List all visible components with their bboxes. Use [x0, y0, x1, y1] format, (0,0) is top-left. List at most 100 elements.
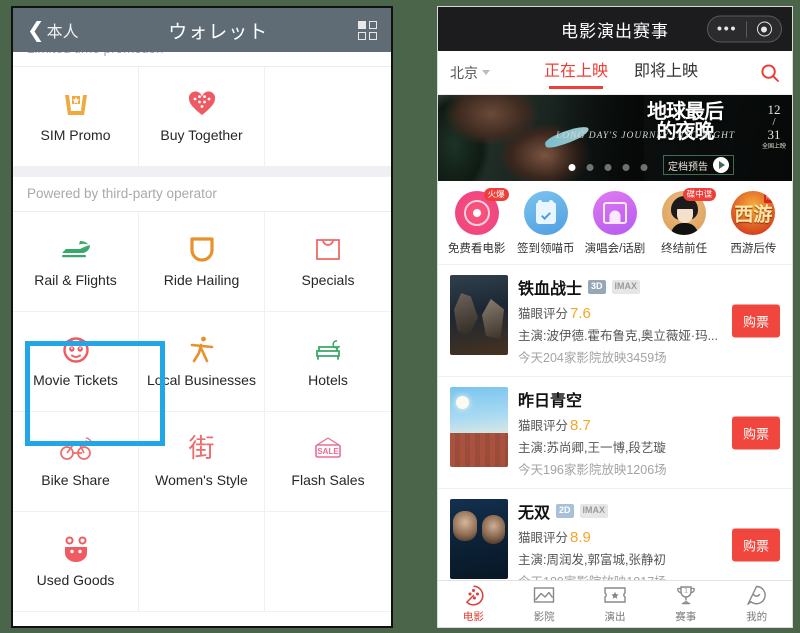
back-label: 本人 [46, 24, 79, 41]
tile-bike-share[interactable]: Bike Share [13, 411, 139, 512]
tabbar-item-profile[interactable]: 我的 [727, 585, 787, 624]
xiyou-icon: 西游 热 [731, 191, 776, 235]
tile-label: Used Goods [36, 571, 115, 588]
tabbar-item-cinemas[interactable]: 影院 [514, 585, 574, 624]
tile-label: Ride Hailing [163, 271, 240, 288]
svg-text:1: 1 [684, 587, 688, 594]
miniapp-capsule[interactable]: ••• [707, 15, 782, 43]
section-divider [13, 166, 391, 177]
concert-icon [592, 191, 637, 235]
wallet-scroll-body[interactable]: Limited time promotion SIM Promo [13, 8, 391, 626]
grid-icon[interactable] [357, 20, 377, 40]
stage-arch [609, 210, 621, 224]
score-label: 猫眼评分 [518, 531, 569, 545]
movie-list-item[interactable]: 昨日青空 猫眼评分 8.7 主演:苏尚卿,王一博,段艺璇 今天196家影院放映12… [438, 376, 792, 488]
tab-coming-soon[interactable]: 即将上映 [634, 57, 698, 89]
tile-local-businesses[interactable]: Local Businesses [139, 311, 265, 412]
banner-day: 31 [767, 127, 781, 143]
tile-hotels[interactable]: Hotels [265, 311, 391, 412]
tile-rail-flights[interactable]: Rail & Flights [13, 211, 139, 312]
tile-label: Specials [301, 271, 355, 288]
tile-label: Movie Tickets [33, 371, 118, 388]
banner-release-date: 12 / 31 全国上映 [762, 103, 786, 150]
didi-icon [188, 234, 216, 264]
quick-entry-badge: 火爆 [483, 188, 509, 201]
banner-pagination-dots[interactable] [568, 164, 648, 171]
buy-ticket-button[interactable]: 购票 [731, 304, 780, 337]
promo-banner[interactable]: 地球最后的夜晚 LONG DAY'S JOURNEY INTO NIGHT 12… [438, 95, 792, 181]
banner-title-en: LONG DAY'S JOURNEY INTO NIGHT [556, 131, 736, 141]
tile-label: Women's Style [155, 471, 248, 488]
quick-entry-ex-terminator[interactable]: 碟中谍 终结前任 [652, 188, 717, 256]
miniapp-header: 电影演出赛事 ••• [438, 7, 792, 51]
tile-movie-tickets[interactable]: Movie Tickets [13, 311, 139, 412]
quick-entry-xiyou[interactable]: 西游 热 西游后传 [721, 191, 785, 256]
tile-empty [265, 66, 391, 167]
bed-icon [313, 334, 343, 364]
city-selector[interactable]: 北京 [450, 63, 512, 83]
tile-label: Local Businesses [147, 371, 256, 388]
movie-poster[interactable] [450, 499, 508, 579]
banner-dot[interactable] [640, 164, 648, 171]
chevron-down-icon [482, 70, 490, 75]
street-kanji-icon: 街 [188, 433, 215, 464]
grid-cell [368, 20, 377, 29]
bicycle-icon [59, 434, 93, 464]
banner-dot[interactable] [586, 164, 594, 171]
xiyou-glyph: 西游 [734, 203, 773, 226]
movie-app-panel: 电影演出赛事 ••• 北京 正在上映 即将上映 地球最后的夜晚 LONG DAY… [437, 6, 793, 628]
banner-date-note: 全国上映 [761, 143, 786, 150]
tabbar-item-events[interactable]: 1 赛事 [656, 585, 716, 624]
sale-tag-icon: SALE [311, 434, 345, 464]
back-button[interactable]: ❮ 本人 [27, 18, 79, 42]
tabbar-label: 电影 [462, 610, 484, 623]
tile-sim-promo[interactable]: SIM Promo [13, 66, 139, 167]
tile-label: Flash Sales [291, 471, 365, 488]
film-reel-icon [463, 584, 484, 606]
quick-entry-checkin[interactable]: 签到领喵币 [514, 191, 578, 256]
quick-entry-concert[interactable]: 演唱会/话剧 [583, 191, 647, 256]
tile-label: Hotels [308, 371, 348, 388]
tile-empty [139, 511, 265, 612]
city-label: 北京 [450, 64, 478, 81]
movie-poster[interactable] [450, 387, 508, 467]
movie-poster[interactable] [450, 275, 508, 355]
buy-ticket-button[interactable]: 购票 [731, 528, 780, 561]
tabbar-item-shows[interactable]: 演出 [585, 585, 645, 624]
tile-ride-hailing[interactable]: Ride Hailing [139, 211, 265, 312]
quick-entry-free-movie[interactable]: 火爆 免费看电影 [445, 188, 509, 256]
tabbar-label: 我的 [746, 610, 768, 623]
tile-womens-style[interactable]: 街 Women's Style [139, 411, 265, 512]
target-icon[interactable] [747, 21, 781, 37]
tabbar-item-movies[interactable]: 电影 [443, 584, 503, 624]
tile-label: Rail & Flights [34, 271, 117, 288]
section-label-thirdparty: Powered by third-party operator [13, 176, 391, 211]
score-value: 7.6 [570, 305, 591, 322]
movie-title-row: 铁血战士 3D IMAX [518, 275, 780, 299]
cinema-screen-icon [533, 585, 555, 606]
buy-ticket-button[interactable]: 购票 [731, 416, 780, 449]
banner-dot[interactable] [622, 164, 630, 171]
person-icon [188, 334, 216, 364]
banner-dot[interactable] [604, 164, 612, 171]
grid-cell [357, 20, 366, 29]
search-icon[interactable] [756, 63, 780, 83]
train-icon [59, 234, 93, 264]
tile-specials[interactable]: Specials [265, 211, 391, 312]
banner-dot[interactable] [568, 164, 576, 171]
tile-used-goods[interactable]: Used Goods [13, 511, 139, 612]
tile-flash-sales[interactable]: SALE Flash Sales [265, 411, 391, 512]
banner-trailer-button[interactable]: 定档预告 [663, 155, 734, 175]
quick-entry-badge: 碟中谍 [682, 188, 717, 201]
tab-now-showing[interactable]: 正在上映 [544, 57, 608, 89]
checkin-icon [523, 191, 568, 235]
tile-buy-together[interactable]: Buy Together [139, 66, 265, 167]
movie-list: 铁血战士 3D IMAX 猫眼评分 7.6 主演:波伊德.霍布鲁克,奥立薇娅·玛.… [438, 264, 792, 600]
more-dots-icon[interactable]: ••• [708, 22, 746, 37]
play-icon[interactable] [713, 157, 729, 173]
movie-list-item[interactable]: 铁血战士 3D IMAX 猫眼评分 7.6 主演:波伊德.霍布鲁克,奥立薇娅·玛.… [438, 264, 792, 376]
target-dot [761, 26, 767, 32]
trophy-icon: 1 [676, 585, 696, 606]
format-tag-imax: IMAX [611, 280, 641, 294]
quick-entry-label: 免费看电影 [447, 243, 506, 255]
